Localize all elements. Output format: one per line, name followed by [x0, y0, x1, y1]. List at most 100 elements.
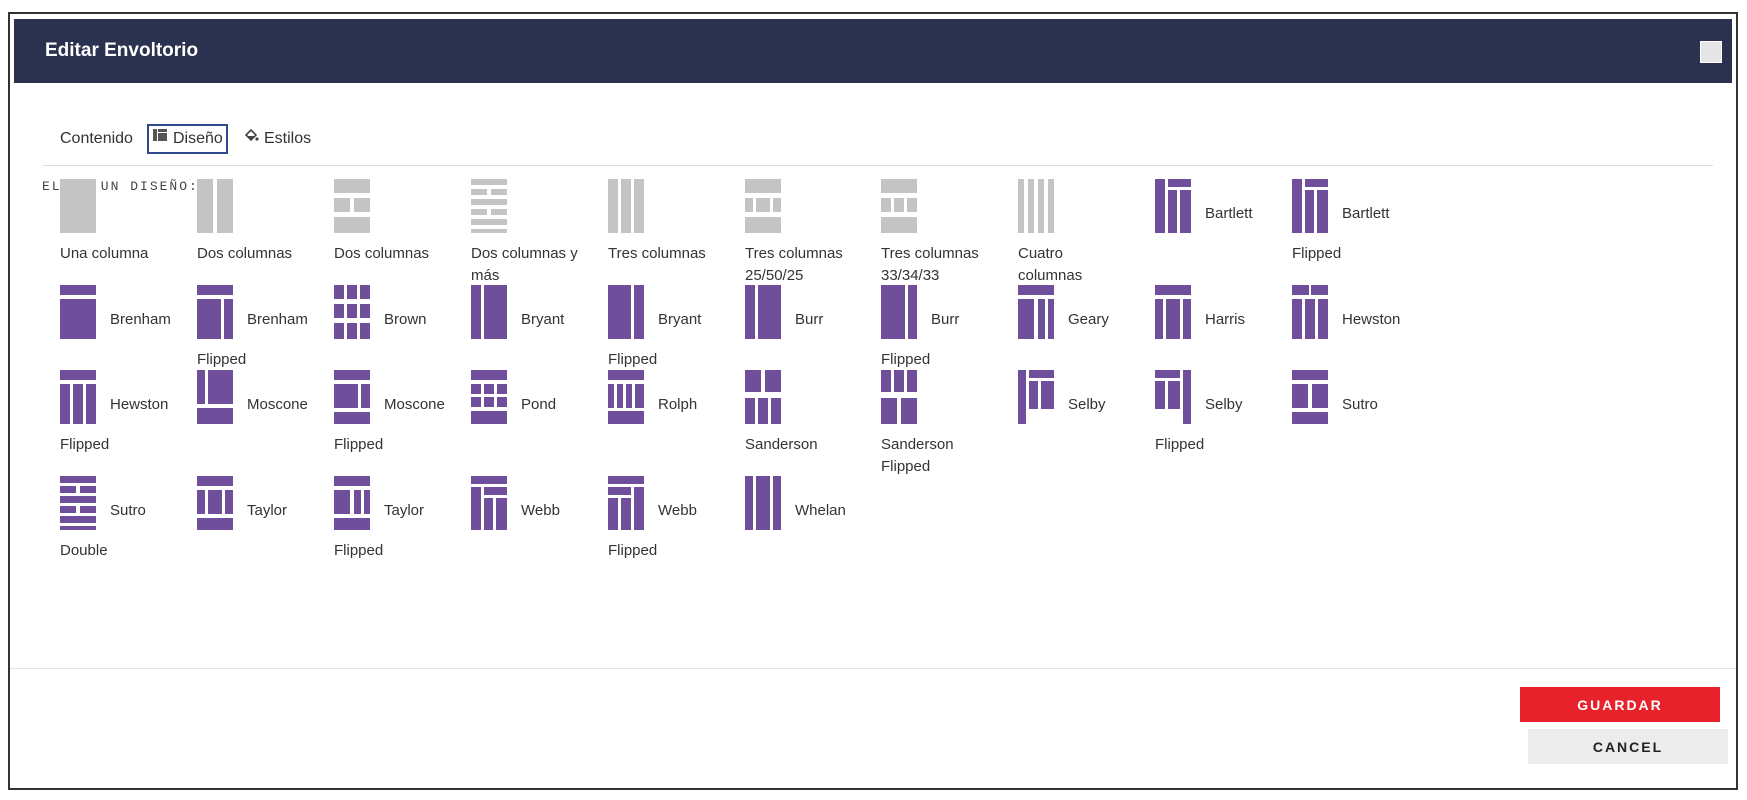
- layout-option[interactable]: Bartlett: [1155, 179, 1305, 279]
- layout-option[interactable]: Sutro Double: [60, 476, 210, 576]
- layout-label: Whelan: [795, 502, 846, 519]
- tab-contenido[interactable]: Contenido: [60, 124, 133, 154]
- tab-label: Estilos: [264, 130, 312, 148]
- layout-label: Taylor: [384, 502, 425, 519]
- layout-thumbnail-icon: [334, 476, 370, 530]
- layout-label: Selby: [1068, 396, 1106, 413]
- layout-label: Bryant: [658, 311, 702, 328]
- layout-label: columnas: [1018, 267, 1083, 284]
- layout-option[interactable]: Selby: [1018, 370, 1168, 470]
- layout-option[interactable]: Webb Flipped: [608, 476, 758, 576]
- layout-label: Hewston: [1342, 311, 1401, 328]
- layout-label: Tres columnas: [745, 245, 843, 262]
- footer-divider: [10, 668, 1736, 669]
- layout-option[interactable]: Dos columnas: [197, 179, 347, 279]
- layout-thumbnail-icon: [608, 179, 644, 233]
- layout-option[interactable]: Sanderson Flipped: [881, 370, 1031, 475]
- tab-estilos[interactable]: Estilos: [243, 124, 311, 154]
- layout-thumbnail-icon: [1018, 179, 1054, 233]
- layout-label: Cuatro: [1018, 245, 1064, 262]
- layout-option[interactable]: Whelan: [745, 476, 895, 576]
- layout-thumbnail-icon: [1155, 285, 1191, 339]
- cancel-button[interactable]: CANCEL: [1528, 729, 1728, 764]
- tab-divider: [43, 165, 1713, 166]
- layout-thumbnail-icon: [197, 179, 233, 233]
- layout-option[interactable]: Dos columnas: [334, 179, 484, 279]
- layout-label: Flipped: [881, 351, 931, 368]
- layout-label: Brenham: [110, 311, 171, 328]
- layout-label: 33/34/33: [881, 267, 940, 284]
- layout-option[interactable]: Webb: [471, 476, 621, 576]
- layout-option[interactable]: Rolph: [608, 370, 758, 470]
- layout-thumbnail-icon: [197, 285, 233, 339]
- layout-label: Moscone: [247, 396, 308, 413]
- layout-thumbnail-icon: [745, 179, 781, 233]
- layout-label: Harris: [1205, 311, 1245, 328]
- layout-option[interactable]: Una columna: [60, 179, 210, 279]
- layout-option[interactable]: Bartlett Flipped: [1292, 179, 1442, 279]
- layout-label: Tres columnas: [881, 245, 979, 262]
- layout-option[interactable]: Pond: [471, 370, 621, 470]
- tab-label: Contenido: [60, 130, 133, 147]
- layout-thumbnail-icon: [1292, 179, 1328, 233]
- layout-thumbnail-icon: [881, 370, 917, 424]
- layout-label: Flipped: [334, 436, 384, 453]
- layout-option[interactable]: Cuatro columnas: [1018, 179, 1168, 284]
- layout-thumbnail-icon: [334, 370, 370, 424]
- layout-thumbnail-icon: [1018, 285, 1054, 339]
- layout-thumbnail-icon: [60, 179, 96, 233]
- layout-option[interactable]: Moscone: [197, 370, 347, 470]
- layout-label: Flipped: [197, 351, 247, 368]
- layout-thumbnail-icon: [60, 370, 96, 424]
- layout-thumbnail-icon: [881, 285, 917, 339]
- layout-thumbnail-icon: [471, 179, 507, 233]
- layout-label: Sutro: [1342, 396, 1378, 413]
- layout-thumbnail-icon: [1292, 285, 1328, 339]
- tab-diseno[interactable]: Diseño: [147, 124, 228, 154]
- layout-label: Dos columnas: [197, 245, 293, 262]
- dialog-titlebar: Editar Envoltorio: [14, 19, 1732, 83]
- layout-label: Tres columnas: [608, 245, 706, 262]
- layout-thumbnail-icon: [334, 285, 370, 339]
- layout-option[interactable]: Selby Flipped: [1155, 370, 1305, 470]
- maximize-icon[interactable]: [1700, 41, 1722, 63]
- layout-label: Hewston: [110, 396, 169, 413]
- layout-option[interactable]: Tres columnas: [608, 179, 758, 279]
- layout-label: Burr: [931, 311, 960, 328]
- layout-label: Dos columnas: [334, 245, 430, 262]
- layout-label: Flipped: [334, 542, 384, 559]
- layout-thumbnail-icon: [745, 285, 781, 339]
- layout-label: Double: [60, 542, 108, 559]
- layout-thumbnail-icon: [471, 476, 507, 530]
- layout-label: Geary: [1068, 311, 1109, 328]
- layout-label: Brown: [384, 311, 427, 328]
- layout-label: Bartlett: [1342, 205, 1390, 222]
- layout-option[interactable]: Sanderson: [745, 370, 895, 470]
- layout-label: Flipped: [60, 436, 110, 453]
- save-button[interactable]: GUARDAR: [1520, 687, 1720, 722]
- layout-option[interactable]: Hewston Flipped: [60, 370, 210, 470]
- layout-thumbnail-icon: [334, 179, 370, 233]
- layout-icon: [152, 126, 168, 152]
- layout-label: Selby: [1205, 396, 1243, 413]
- edit-wrapper-dialog: Editar Envoltorio Contenido Diseño Estil…: [8, 12, 1738, 790]
- dialog-title: Editar Envoltorio: [45, 40, 199, 61]
- layout-label: Pond: [521, 396, 557, 413]
- layout-label: Bryant: [521, 311, 565, 328]
- layout-label: Sutro: [110, 502, 146, 519]
- layout-label: Flipped: [1292, 245, 1342, 262]
- layout-option[interactable]: Sutro: [1292, 370, 1442, 470]
- layout-option[interactable]: Tres columnas 33/34/33: [881, 179, 1031, 284]
- layout-label: Una columna: [60, 245, 149, 262]
- layout-option[interactable]: Dos columnas y más: [471, 179, 621, 284]
- layout-option[interactable]: Taylor Flipped: [334, 476, 484, 576]
- layout-option[interactable]: Taylor: [197, 476, 347, 576]
- layout-label: Burr: [795, 311, 824, 328]
- layout-thumbnail-icon: [471, 285, 507, 339]
- layout-thumbnail-icon: [745, 370, 781, 424]
- layout-option[interactable]: Moscone Flipped: [334, 370, 484, 470]
- layout-label: Brenham: [247, 311, 308, 328]
- layout-thumbnail-icon: [1155, 179, 1191, 233]
- layout-option[interactable]: Tres columnas 25/50/25: [745, 179, 895, 284]
- layout-label: más: [471, 267, 500, 284]
